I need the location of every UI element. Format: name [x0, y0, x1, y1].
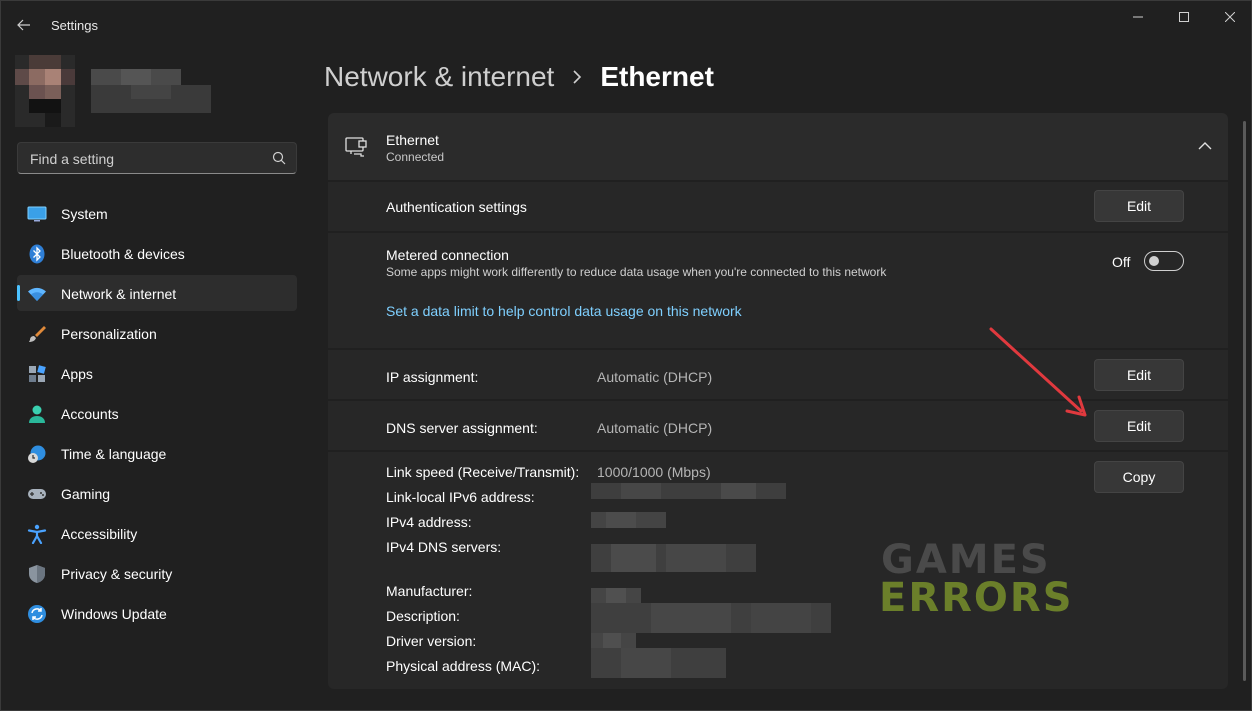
redacted-description	[591, 603, 831, 633]
close-icon	[1225, 12, 1235, 22]
apps-icon	[27, 364, 47, 384]
redacted-manufacturer	[591, 588, 641, 604]
settings-window: Settings Find a setting System Bluetooth…	[0, 0, 1252, 711]
ip-assignment-value: Automatic (DHCP)	[597, 369, 713, 385]
sidebar-item-apps[interactable]: Apps	[17, 355, 297, 391]
dns-assignment-edit-button[interactable]: Edit	[1094, 410, 1184, 442]
ipv6-label: Link-local IPv6 address:	[386, 489, 535, 505]
minimize-icon	[1133, 16, 1143, 18]
globe-clock-icon	[27, 444, 47, 464]
breadcrumb-parent[interactable]: Network & internet	[324, 61, 554, 93]
avatar[interactable]	[15, 55, 75, 127]
sidebar-item-label: Network & internet	[61, 286, 177, 302]
watermark-line2: ERRORS	[879, 575, 1074, 621]
sidebar-item-label: Personalization	[61, 326, 157, 342]
back-button[interactable]	[11, 13, 37, 37]
sidebar-item-accounts[interactable]: Accounts	[17, 395, 297, 431]
ip-assignment-label: IP assignment:	[386, 369, 479, 385]
chevron-right-icon	[572, 69, 582, 85]
ethernet-icon	[345, 137, 367, 157]
page-title: Ethernet	[600, 61, 714, 92]
link-speed-label: Link speed (Receive/Transmit):	[386, 464, 580, 480]
sidebar-item-gaming[interactable]: Gaming	[17, 475, 297, 511]
search-icon[interactable]	[272, 151, 286, 165]
ethernet-status: Connected	[386, 150, 445, 164]
accessibility-icon	[27, 524, 47, 544]
sidebar-item-network[interactable]: Network & internet	[17, 275, 297, 311]
breadcrumb: Network & internet Ethernet	[324, 59, 714, 95]
search-box[interactable]	[17, 142, 297, 175]
back-arrow-icon	[17, 19, 30, 31]
search-input[interactable]	[28, 143, 262, 175]
sidebar-item-personalization[interactable]: Personalization	[17, 315, 297, 351]
minimize-button[interactable]	[1115, 1, 1161, 33]
app-title: Settings	[51, 18, 98, 33]
toggle-state-label: Off	[1112, 254, 1131, 270]
maximize-button[interactable]	[1161, 1, 1207, 33]
brush-icon	[27, 324, 47, 344]
sidebar-item-label: System	[61, 206, 108, 222]
sidebar-item-bluetooth[interactable]: Bluetooth & devices	[17, 235, 297, 271]
sidebar-item-time-language[interactable]: Time & language	[17, 435, 297, 471]
annotation-arrow-icon	[989, 327, 1087, 417]
manufacturer-label: Manufacturer:	[386, 583, 473, 599]
authentication-edit-button[interactable]: Edit	[1094, 190, 1184, 222]
data-limit-link[interactable]: Set a data limit to help control data us…	[386, 303, 742, 319]
link-speed-value: 1000/1000 (Mbps)	[597, 464, 711, 480]
scrollbar[interactable]	[1243, 121, 1246, 681]
sidebar-item-privacy[interactable]: Privacy & security	[17, 555, 297, 591]
driver-version-label: Driver version:	[386, 633, 477, 649]
authentication-row: Authentication settings Edit	[328, 182, 1228, 231]
sidebar-item-label: Accessibility	[61, 526, 138, 542]
wifi-icon	[27, 284, 47, 304]
redacted-ipv6	[591, 483, 786, 499]
title-bar: Settings	[1, 1, 1251, 49]
monitor-icon	[27, 204, 47, 224]
authentication-label: Authentication settings	[386, 199, 527, 215]
ethernet-title: Ethernet	[386, 132, 439, 148]
games-errors-watermark: GAMES ERRORS	[879, 537, 1072, 621]
metered-description: Some apps might work differently to redu…	[386, 265, 887, 279]
metered-label: Metered connection	[386, 247, 509, 263]
toggle-knob	[1149, 256, 1159, 266]
update-icon	[27, 604, 47, 624]
ip-assignment-edit-button[interactable]: Edit	[1094, 359, 1184, 391]
dns-servers-label: IPv4 DNS servers:	[386, 539, 502, 555]
ipv4-label: IPv4 address:	[386, 514, 472, 530]
sidebar-item-label: Privacy & security	[61, 566, 173, 582]
dns-assignment-value: Automatic (DHCP)	[597, 420, 713, 436]
sidebar-item-label: Time & language	[61, 446, 167, 462]
sidebar-item-accessibility[interactable]: Accessibility	[17, 515, 297, 551]
shield-icon	[27, 564, 47, 584]
sidebar-item-label: Windows Update	[61, 606, 167, 622]
sidebar-item-label: Bluetooth & devices	[61, 246, 185, 262]
properties-section: Link speed (Receive/Transmit): 1000/1000…	[328, 452, 1228, 689]
redacted-mac-address	[591, 648, 726, 678]
metered-toggle[interactable]	[1144, 251, 1184, 271]
gamepad-icon	[27, 484, 47, 504]
copy-button[interactable]: Copy	[1094, 461, 1184, 493]
chevron-up-icon[interactable]	[1198, 141, 1212, 151]
sidebar-item-system[interactable]: System	[17, 195, 297, 231]
sidebar-item-label: Gaming	[61, 486, 111, 502]
description-label: Description:	[386, 608, 460, 624]
profile-name	[91, 69, 211, 113]
sidebar-item-label: Accounts	[61, 406, 119, 422]
mac-address-label: Physical address (MAC):	[386, 658, 541, 674]
redacted-driver-version	[591, 633, 636, 649]
close-button[interactable]	[1207, 1, 1252, 33]
sidebar-item-windows-update[interactable]: Windows Update	[17, 595, 297, 631]
redacted-dns-servers	[591, 544, 756, 572]
sidebar-item-label: Apps	[61, 366, 93, 382]
person-icon	[27, 404, 47, 424]
sidebar-nav: System Bluetooth & devices Network & int…	[17, 195, 297, 635]
ethernet-card-header[interactable]: Ethernet Connected	[328, 113, 1228, 180]
bluetooth-icon	[27, 244, 47, 264]
dns-assignment-label: DNS server assignment:	[386, 420, 538, 436]
maximize-icon	[1179, 12, 1189, 22]
redacted-ipv4	[591, 512, 666, 528]
